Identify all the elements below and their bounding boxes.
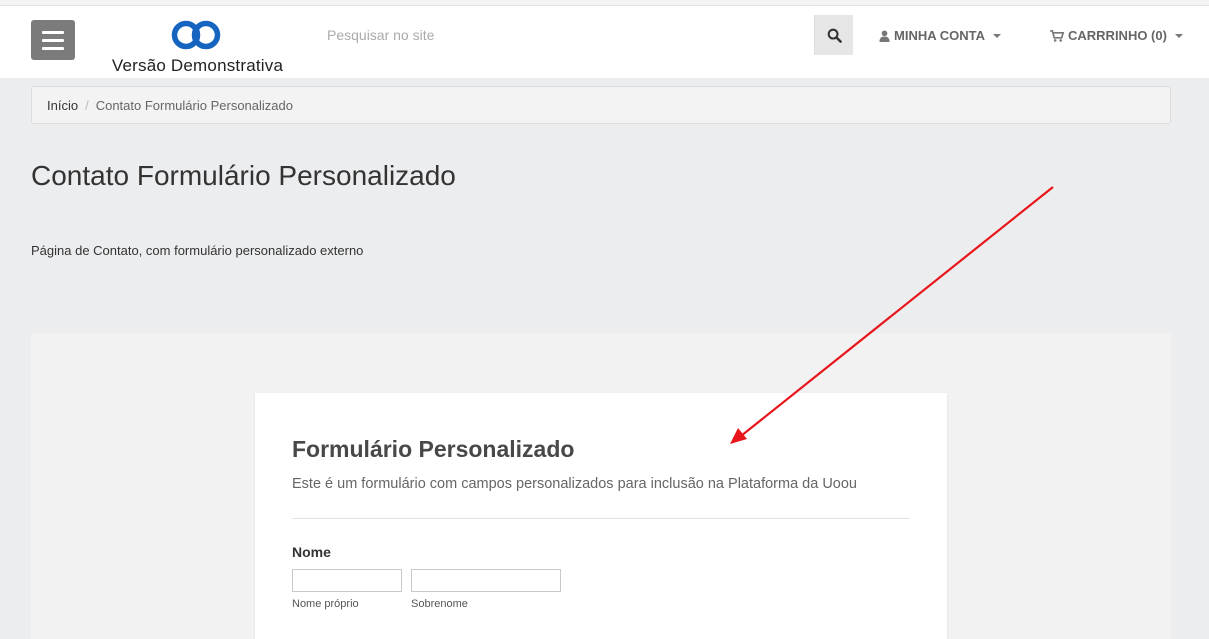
hamburger-icon <box>42 46 64 50</box>
search-icon <box>827 28 842 43</box>
form-divider <box>292 518 910 519</box>
cart-icon <box>1050 29 1064 42</box>
cart-label: CARRRINHO (0) <box>1068 28 1167 43</box>
name-field-label: Nome <box>292 544 331 560</box>
form-subtitle: Este é um formulário com campos personal… <box>292 476 857 492</box>
caret-down-icon <box>993 33 1001 38</box>
account-label: MINHA CONTA <box>894 28 985 43</box>
breadcrumb-home-link[interactable]: Início <box>47 98 78 113</box>
user-icon <box>879 30 890 42</box>
breadcrumb: Início / Contato Formulário Personalizad… <box>31 86 1171 124</box>
custom-form-card: Formulário Personalizado Este é um formu… <box>255 393 947 639</box>
cart-menu[interactable]: CARRRINHO (0) <box>1050 28 1183 43</box>
page-description: Página de Contato, com formulário person… <box>31 243 364 258</box>
account-menu[interactable]: MINHA CONTA <box>879 28 1001 43</box>
chain-link-logo-icon <box>171 20 221 50</box>
page-title: Contato Formulário Personalizado <box>31 160 456 191</box>
site-logo[interactable]: Versão Demonstrativa <box>110 20 285 76</box>
caret-down-icon <box>1174 33 1183 38</box>
logo-text: Versão Demonstrativa <box>111 56 284 75</box>
search-button[interactable] <box>814 15 853 55</box>
last-name-input[interactable] <box>411 569 561 592</box>
search-bar <box>313 15 853 55</box>
site-header: Versão Demonstrativa MINHA CONTA CARRRIN… <box>0 6 1209 78</box>
search-input[interactable] <box>313 15 814 55</box>
hamburger-icon <box>42 30 64 34</box>
first-name-input[interactable] <box>292 569 402 592</box>
form-title: Formulário Personalizado <box>292 436 575 462</box>
first-name-sublabel: Nome próprio <box>292 598 359 610</box>
breadcrumb-current: Contato Formulário Personalizado <box>95 97 293 113</box>
menu-button[interactable] <box>31 20 75 60</box>
last-name-sublabel: Sobrenome <box>411 598 468 610</box>
hamburger-icon <box>42 38 64 42</box>
breadcrumb-separator: / <box>85 97 89 113</box>
